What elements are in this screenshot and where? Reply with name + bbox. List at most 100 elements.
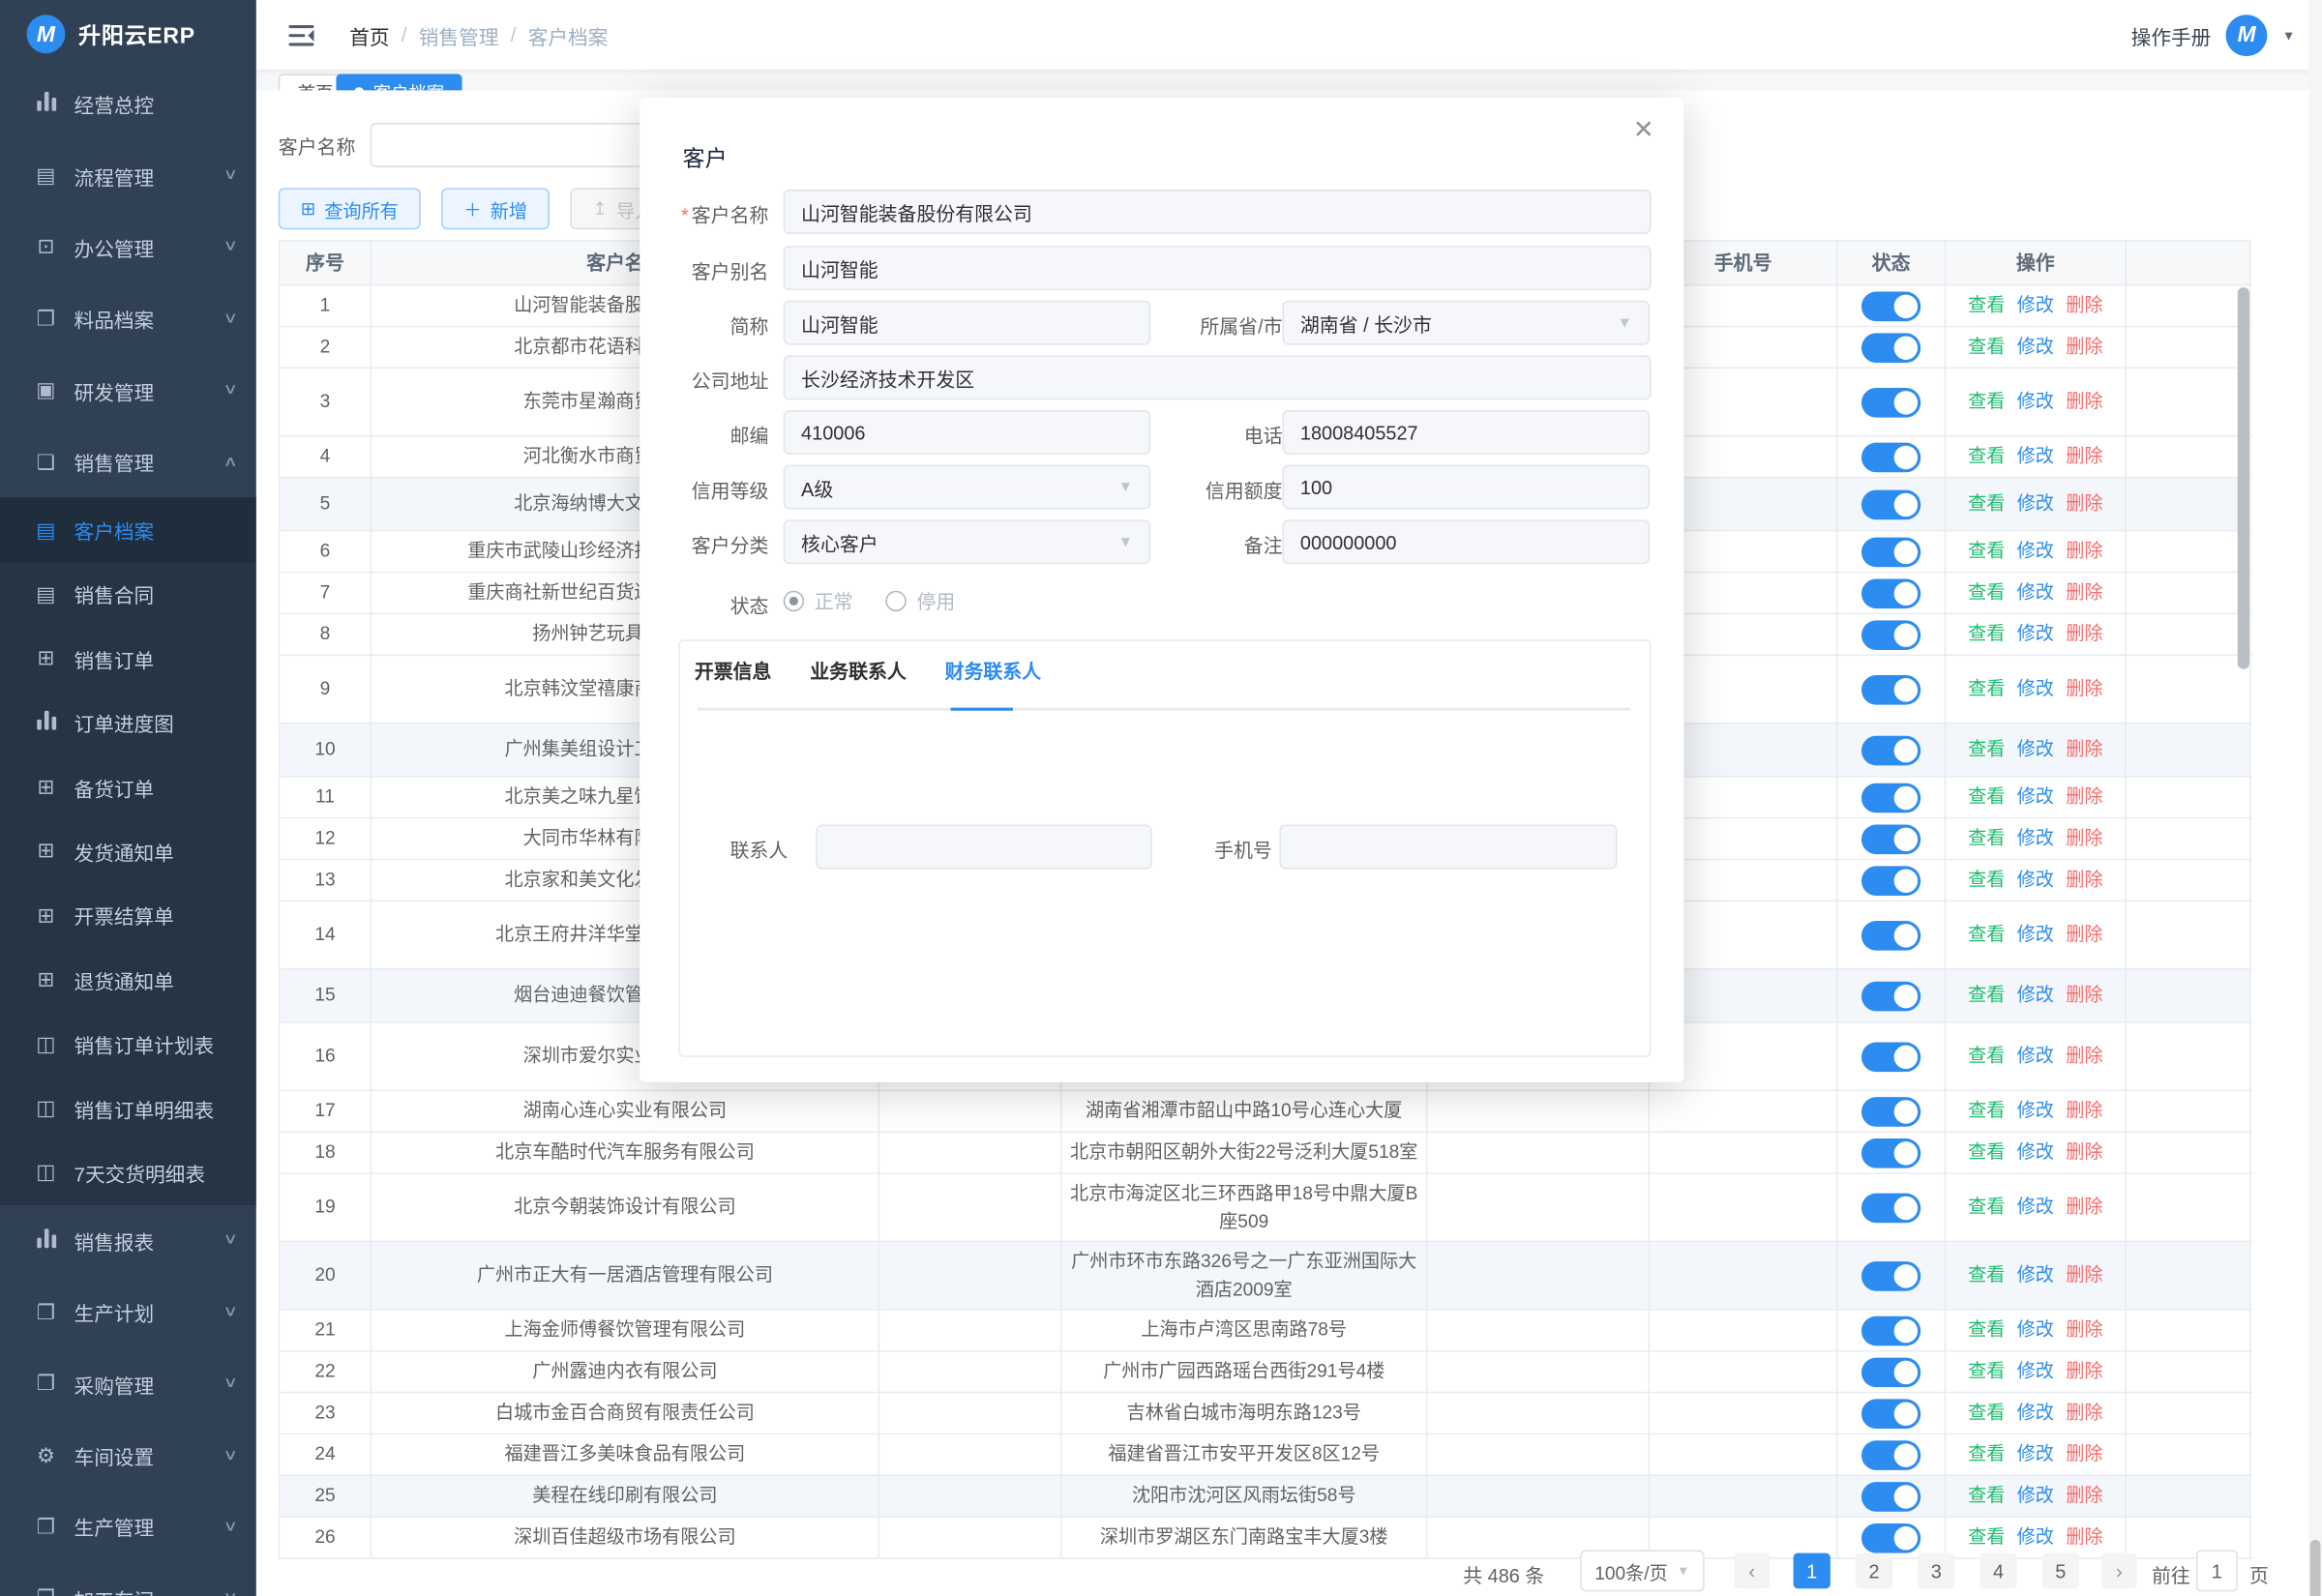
query-all-button[interactable]: ⊞ 查询所有 bbox=[279, 188, 421, 229]
edit-link[interactable]: 修改 bbox=[2017, 1097, 2054, 1125]
edit-link[interactable]: 修改 bbox=[2017, 1358, 2054, 1386]
sidebar-item-3[interactable]: ❐料品档案∨ bbox=[0, 283, 256, 355]
add-button[interactable]: ＋ 新增 bbox=[441, 188, 550, 229]
sidebar-item-7[interactable]: ▤销售合同 bbox=[0, 562, 256, 626]
delete-link[interactable]: 删除 bbox=[2066, 1440, 2102, 1468]
user-avatar[interactable]: M bbox=[2226, 15, 2268, 56]
edit-link[interactable]: 修改 bbox=[2017, 334, 2054, 362]
page-scrollbar-track[interactable] bbox=[2308, 0, 2322, 1596]
edit-link[interactable]: 修改 bbox=[2017, 921, 2054, 949]
status-toggle[interactable] bbox=[1861, 1315, 1920, 1345]
status-toggle[interactable] bbox=[1861, 1399, 1920, 1429]
view-link[interactable]: 查看 bbox=[1968, 1261, 2005, 1289]
status-toggle[interactable] bbox=[1861, 824, 1920, 854]
sidebar-item-12[interactable]: ⊞开票结算单 bbox=[0, 883, 256, 947]
edit-link[interactable]: 修改 bbox=[2017, 1194, 2054, 1222]
status-toggle[interactable] bbox=[1861, 489, 1920, 519]
delete-link[interactable]: 删除 bbox=[2066, 1482, 2102, 1510]
edit-link[interactable]: 修改 bbox=[2017, 538, 2054, 566]
edit-link[interactable]: 修改 bbox=[2017, 292, 2054, 320]
edit-link[interactable]: 修改 bbox=[2017, 443, 2054, 471]
view-link[interactable]: 查看 bbox=[1968, 825, 2005, 853]
edit-link[interactable]: 修改 bbox=[2017, 825, 2054, 853]
remark-input[interactable] bbox=[1283, 519, 1651, 564]
page-button-2[interactable]: 2 bbox=[1856, 1553, 1892, 1589]
category-select[interactable]: 核心客户 ▼ bbox=[784, 519, 1151, 564]
edit-link[interactable]: 修改 bbox=[2017, 1316, 2054, 1345]
status-toggle[interactable] bbox=[1861, 1260, 1920, 1290]
customer-alias-input[interactable] bbox=[784, 246, 1652, 290]
user-menu-caret-icon[interactable]: ▼ bbox=[2282, 27, 2296, 42]
short-name-input[interactable] bbox=[784, 301, 1151, 345]
sidebar-item-10[interactable]: ⊞备货订单 bbox=[0, 754, 256, 818]
delete-link[interactable]: 删除 bbox=[2066, 1194, 2102, 1222]
delete-link[interactable]: 删除 bbox=[2066, 443, 2102, 471]
delete-link[interactable]: 删除 bbox=[2066, 1261, 2102, 1289]
view-link[interactable]: 查看 bbox=[1968, 736, 2005, 764]
sidebar-item-16[interactable]: ◫7天交货明细表 bbox=[0, 1140, 256, 1204]
delete-link[interactable]: 删除 bbox=[2066, 1523, 2102, 1552]
edit-link[interactable]: 修改 bbox=[2017, 1400, 2054, 1428]
view-link[interactable]: 查看 bbox=[1968, 1138, 2005, 1167]
view-link[interactable]: 查看 bbox=[1968, 982, 2005, 1010]
status-toggle[interactable] bbox=[1861, 1357, 1920, 1387]
delete-link[interactable]: 删除 bbox=[2066, 1097, 2102, 1125]
status-toggle[interactable] bbox=[1861, 1138, 1920, 1167]
view-link[interactable]: 查看 bbox=[1968, 1400, 2005, 1428]
sidebar-item-6[interactable]: ▤客户档案 bbox=[0, 498, 256, 562]
delete-link[interactable]: 删除 bbox=[2066, 867, 2102, 895]
status-toggle[interactable] bbox=[1861, 442, 1920, 472]
manual-link[interactable]: 操作手册 bbox=[2131, 20, 2212, 50]
delete-link[interactable]: 删除 bbox=[2066, 736, 2102, 764]
contact-name-input[interactable] bbox=[816, 825, 1151, 870]
status-toggle[interactable] bbox=[1861, 537, 1920, 567]
status-toggle[interactable] bbox=[1861, 735, 1920, 765]
status-toggle[interactable] bbox=[1861, 920, 1920, 950]
company-address-input[interactable] bbox=[784, 355, 1652, 399]
sidebar-item-17[interactable]: 销售报表∨ bbox=[0, 1204, 256, 1276]
next-page-button[interactable]: › bbox=[2101, 1553, 2137, 1589]
credit-level-select[interactable]: A级 ▼ bbox=[784, 465, 1151, 510]
status-toggle[interactable] bbox=[1861, 1193, 1920, 1223]
sidebar-item-0[interactable]: 经营总控 bbox=[0, 68, 256, 139]
table-scrollbar[interactable] bbox=[2238, 287, 2249, 669]
zip-input[interactable] bbox=[784, 410, 1151, 455]
view-link[interactable]: 查看 bbox=[1968, 867, 2005, 895]
edit-link[interactable]: 修改 bbox=[2017, 1523, 2054, 1552]
status-radio-disabled[interactable]: 停用 bbox=[885, 586, 955, 614]
delete-link[interactable]: 删除 bbox=[2066, 825, 2102, 853]
breadcrumb-home[interactable]: 首页 bbox=[349, 20, 389, 50]
sidebar-item-9[interactable]: 订单进度图 bbox=[0, 691, 256, 754]
tab-business-contact[interactable]: 业务联系人 bbox=[810, 656, 907, 698]
page-scrollbar-thumb[interactable] bbox=[2310, 1540, 2321, 1596]
view-link[interactable]: 查看 bbox=[1968, 443, 2005, 471]
status-toggle[interactable] bbox=[1861, 333, 1920, 363]
status-toggle[interactable] bbox=[1861, 1440, 1920, 1470]
sidebar-item-14[interactable]: ◫销售订单计划表 bbox=[0, 1012, 256, 1076]
page-size-select[interactable]: 100条/页 ▼ bbox=[1580, 1551, 1705, 1592]
customer-name-input[interactable] bbox=[784, 190, 1652, 234]
delete-link[interactable]: 删除 bbox=[2066, 982, 2102, 1010]
edit-link[interactable]: 修改 bbox=[2017, 1138, 2054, 1167]
page-button-3[interactable]: 3 bbox=[1918, 1553, 1954, 1589]
delete-link[interactable]: 删除 bbox=[2066, 921, 2102, 949]
status-toggle[interactable] bbox=[1861, 578, 1920, 608]
delete-link[interactable]: 删除 bbox=[2066, 388, 2102, 416]
breadcrumb-sales[interactable]: 销售管理 bbox=[419, 20, 499, 50]
sidebar-item-1[interactable]: ▤流程管理∨ bbox=[0, 139, 256, 211]
sidebar-item-2[interactable]: ⊡办公管理∨ bbox=[0, 212, 256, 283]
sidebar-fold-icon[interactable] bbox=[288, 24, 313, 44]
view-link[interactable]: 查看 bbox=[1968, 292, 2005, 320]
delete-link[interactable]: 删除 bbox=[2066, 1043, 2102, 1071]
sidebar-item-19[interactable]: ❐采购管理∨ bbox=[0, 1348, 256, 1420]
edit-link[interactable]: 修改 bbox=[2017, 783, 2054, 812]
view-link[interactable]: 查看 bbox=[1968, 1316, 2005, 1345]
view-link[interactable]: 查看 bbox=[1968, 1194, 2005, 1222]
delete-link[interactable]: 删除 bbox=[2066, 1358, 2102, 1386]
sidebar-item-22[interactable]: ❐加工车间∨ bbox=[0, 1563, 256, 1596]
sidebar-item-11[interactable]: ⊞发货通知单 bbox=[0, 819, 256, 883]
status-toggle[interactable] bbox=[1861, 291, 1920, 321]
view-link[interactable]: 查看 bbox=[1968, 388, 2005, 416]
status-toggle[interactable] bbox=[1861, 620, 1920, 650]
view-link[interactable]: 查看 bbox=[1968, 1523, 2005, 1552]
